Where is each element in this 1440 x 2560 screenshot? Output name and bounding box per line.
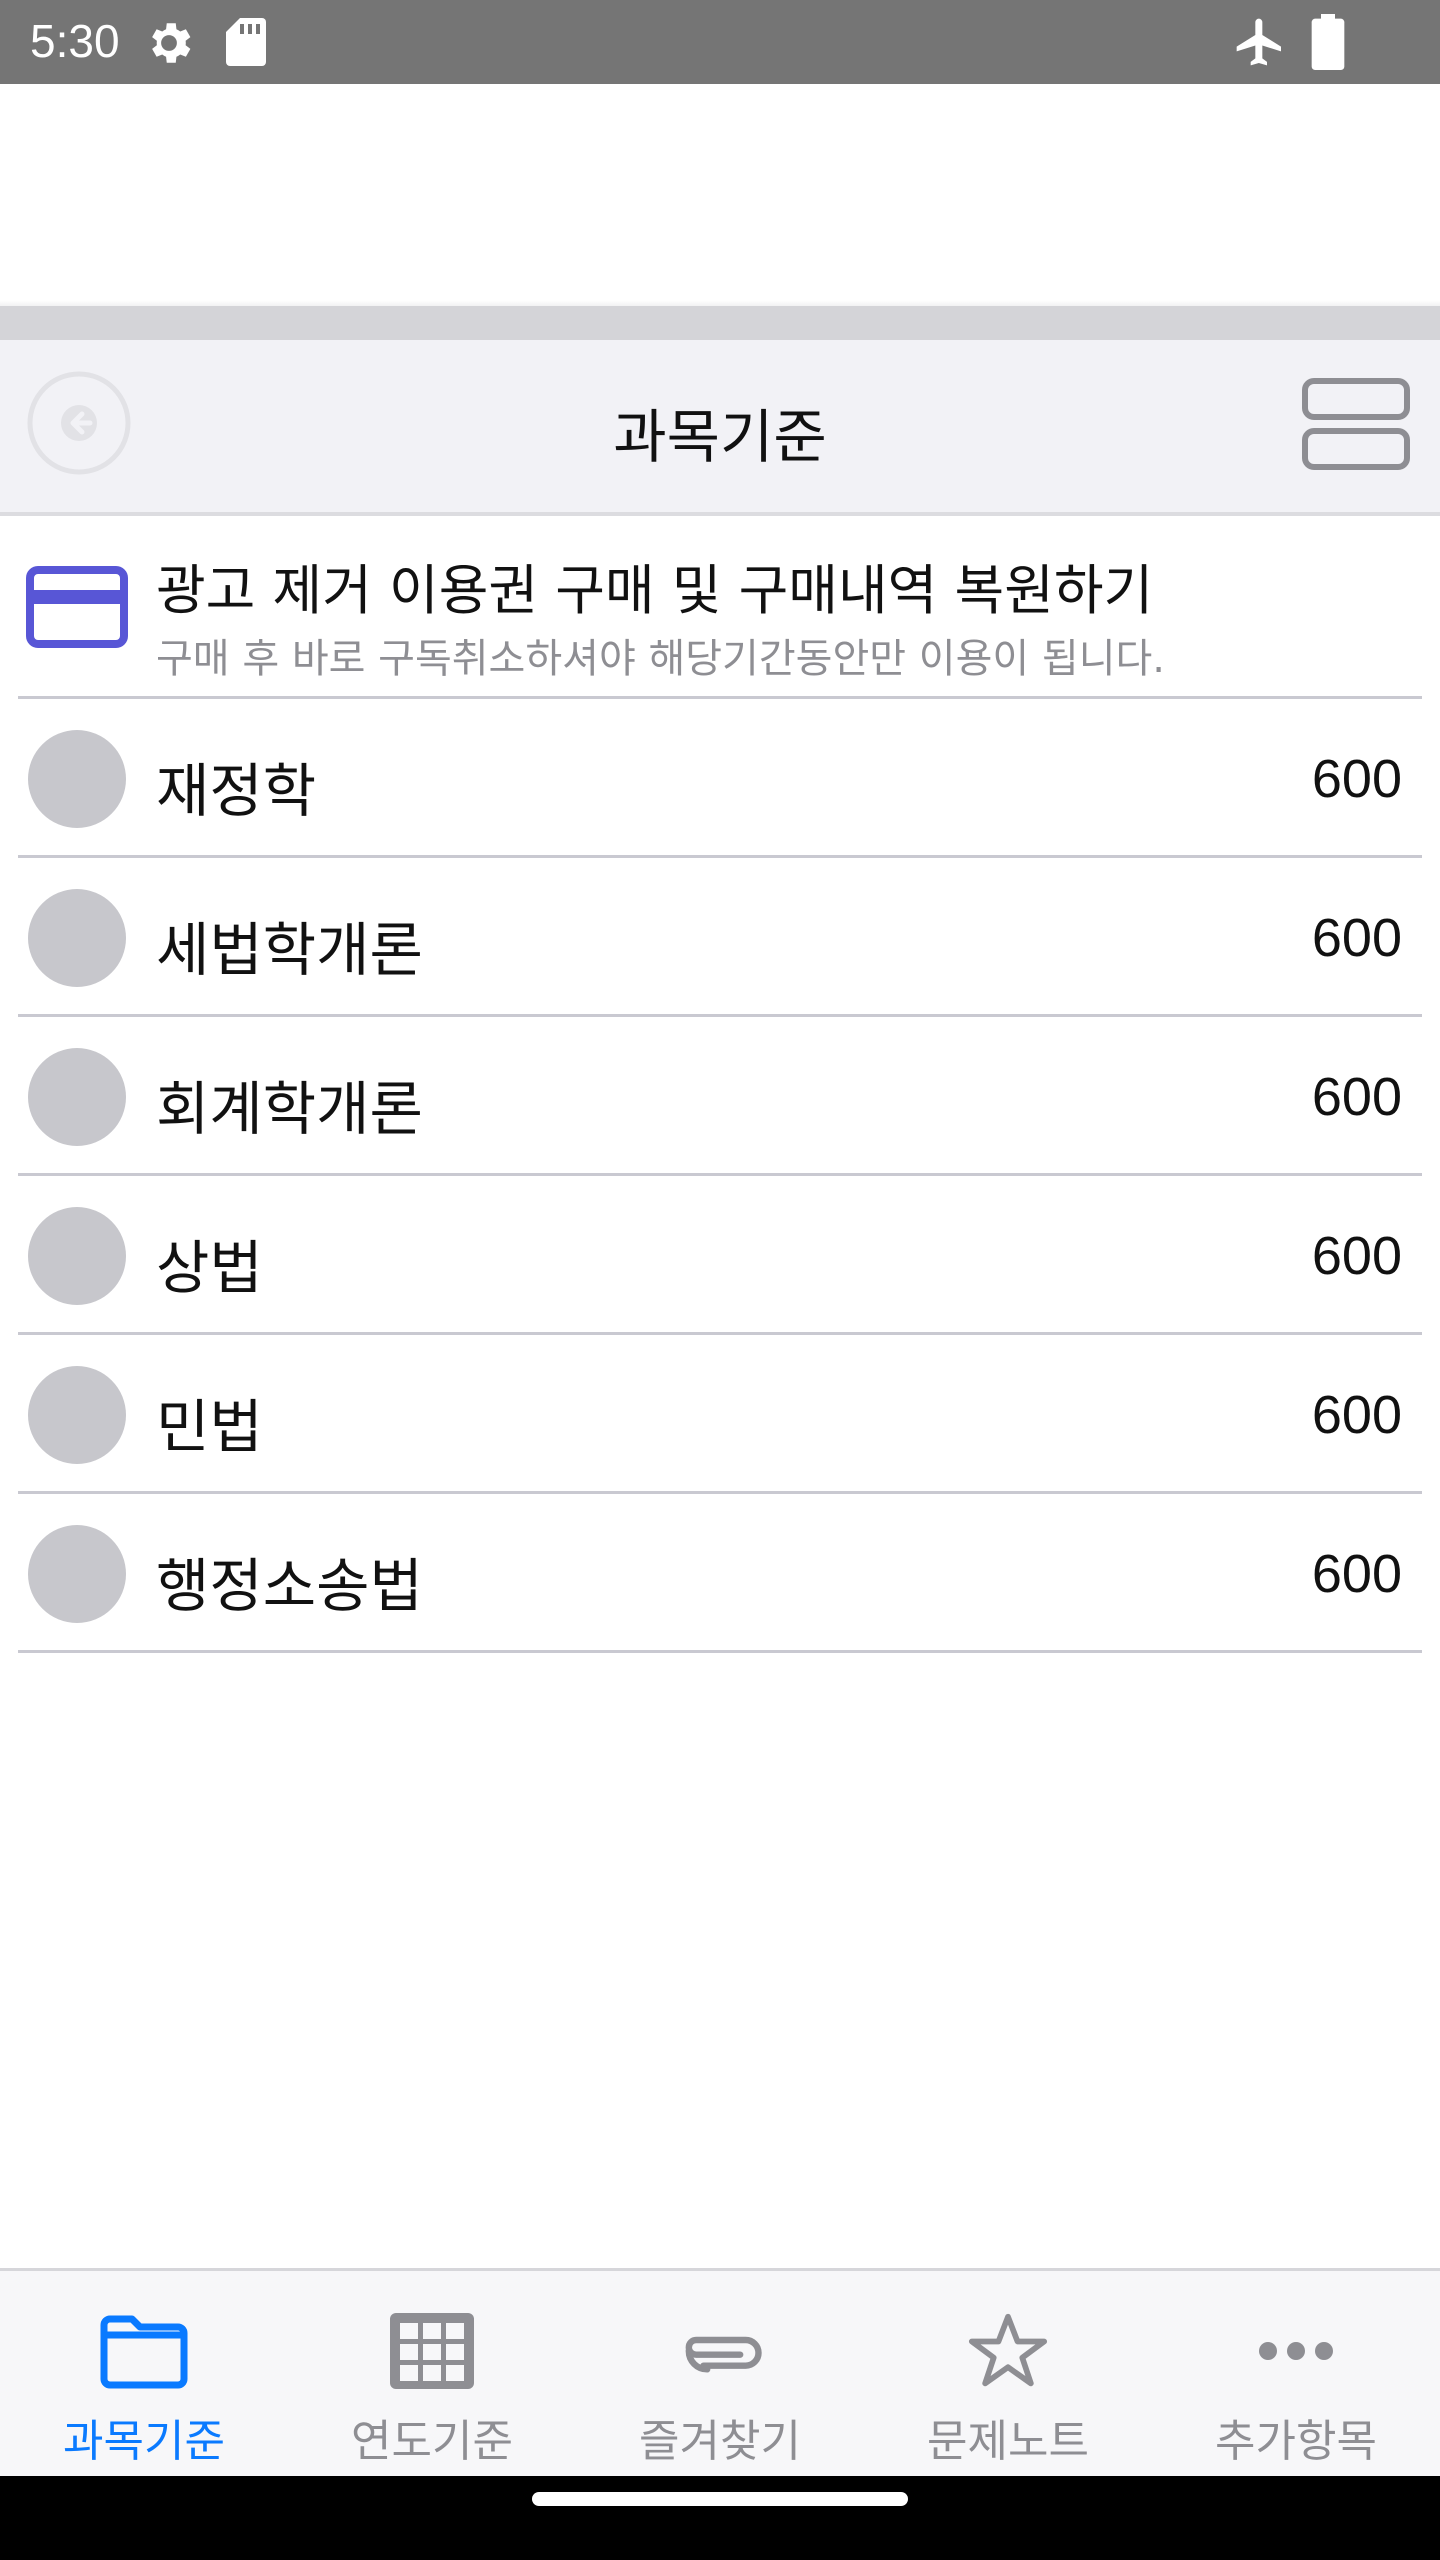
sd-card-icon (226, 18, 266, 66)
ad-banner-area (0, 84, 1440, 306)
divider (18, 696, 1422, 699)
subject-name: 상법 (156, 1234, 263, 1302)
system-navigation-bar (0, 2476, 1440, 2560)
subject-name: 회계학개론 (156, 1075, 423, 1143)
tab-label: 연도기준 (351, 2416, 513, 2467)
list-item[interactable]: 회계학개론 600 (0, 1018, 1440, 1176)
more-icon (1259, 2342, 1333, 2360)
remove-ads-promo[interactable]: 광고 제거 이용권 구매 및 구매내역 복원하기 구매 후 바로 구독취소하셔야… (0, 520, 1440, 698)
airplane-mode-icon (1236, 18, 1281, 66)
status-circle-icon (28, 1048, 126, 1146)
list-item[interactable]: 재정학 600 (0, 700, 1440, 858)
question-count: 600 (1311, 1385, 1402, 1445)
paperclip-icon (685, 2336, 762, 2373)
status-time: 5:30 (30, 15, 120, 67)
tab-label: 즐겨찾기 (639, 2416, 801, 2467)
subject-name: 재정학 (156, 757, 317, 825)
divider (18, 1650, 1422, 1653)
folder-icon (100, 2315, 188, 2389)
divider (18, 855, 1422, 858)
list-item[interactable]: 세법학개론 600 (0, 859, 1440, 1017)
battery-icon (1311, 14, 1345, 70)
list-item[interactable]: 행정소송법 600 (0, 1495, 1440, 1653)
question-count: 600 (1311, 1067, 1402, 1127)
grid-icon (390, 2313, 474, 2389)
question-count: 600 (1311, 908, 1402, 968)
subject-name: 세법학개론 (156, 916, 423, 984)
promo-subtitle: 구매 후 바로 구독취소하셔야 해당기간동안만 이용이 됩니다. (156, 636, 1166, 682)
tab-favorites[interactable]: 즐겨찾기 (576, 2271, 864, 2479)
question-count: 600 (1311, 1226, 1402, 1286)
bottom-tab-bar: 과목기준 연도기준 즐겨찾기 문제노트 추가항목 (0, 2268, 1440, 2476)
question-count: 600 (1311, 1544, 1402, 1604)
tab-label: 추가항목 (1215, 2416, 1377, 2467)
divider (18, 1173, 1422, 1176)
page-title: 과목기준 (613, 403, 827, 471)
star-icon (968, 2313, 1048, 2387)
status-circle-icon (28, 730, 126, 828)
tab-label: 과목기준 (63, 2416, 225, 2467)
divider (18, 1491, 1422, 1494)
credit-card-icon (26, 566, 128, 648)
status-circle-icon (28, 1207, 126, 1305)
status-circle-icon (28, 1525, 126, 1623)
tab-year[interactable]: 연도기준 (288, 2271, 576, 2479)
divider (18, 1332, 1422, 1335)
promo-title: 광고 제거 이용권 구매 및 구매내역 복원하기 (156, 559, 1154, 622)
status-bar: 5:30 (0, 0, 1440, 84)
list-item[interactable]: 상법 600 (0, 1177, 1440, 1335)
layout-toggle-icon[interactable] (1300, 376, 1412, 472)
navigation-bar: 과목기준 (0, 340, 1440, 516)
question-count: 600 (1311, 749, 1402, 809)
status-circle-icon (28, 889, 126, 987)
divider (18, 1014, 1422, 1017)
list-item[interactable]: 민법 600 (0, 1336, 1440, 1494)
tab-label: 문제노트 (927, 2416, 1089, 2467)
tab-question-notes[interactable]: 문제노트 (864, 2271, 1152, 2479)
subject-name: 행정소송법 (156, 1552, 423, 1620)
home-indicator[interactable] (532, 2492, 908, 2506)
header-separator (0, 306, 1440, 340)
subject-name: 민법 (156, 1393, 263, 1461)
status-circle-icon (28, 1366, 126, 1464)
tab-more[interactable]: 추가항목 (1152, 2271, 1440, 2479)
tab-subject[interactable]: 과목기준 (0, 2271, 288, 2479)
settings-gear-icon (152, 23, 191, 63)
